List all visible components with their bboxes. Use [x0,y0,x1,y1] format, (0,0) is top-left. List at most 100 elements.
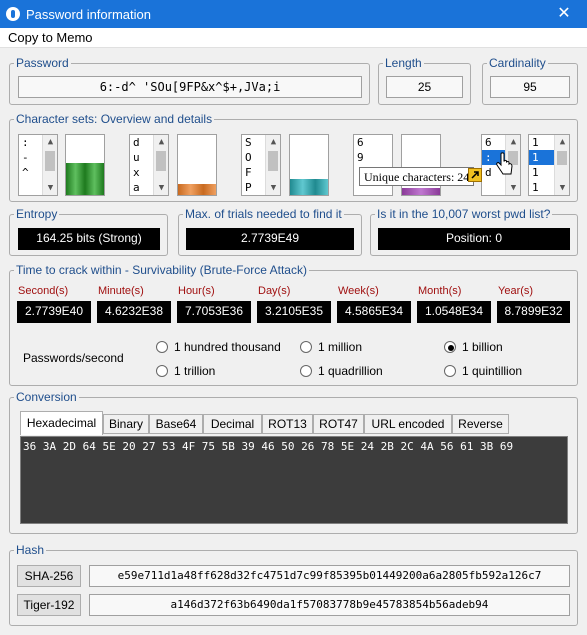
title-bar: Password information ✕ [0,0,587,28]
scroll-thumb[interactable] [156,151,166,171]
window-title: Password information [26,6,151,22]
rate-radio-hundred-thousand[interactable]: 1 hundred thousand [156,340,281,354]
list-item[interactable]: 6 [354,135,392,150]
tab-reverse[interactable]: Reverse [452,414,509,434]
scroll-down-icon[interactable]: ▼ [266,181,280,195]
scroll-down-icon[interactable]: ▼ [43,181,57,195]
scrollbar[interactable]: ▲ ▼ [554,135,569,195]
scroll-thumb[interactable] [45,151,55,171]
digits-list[interactable]: 6 9 [353,134,393,196]
tiger192-button[interactable]: Tiger-192 [17,594,81,616]
minutes-value: 4.6232E38 [97,301,171,323]
tab-rot13[interactable]: ROT13 [262,414,313,434]
scrollbar[interactable]: ▲ ▼ [42,135,57,195]
hand-cursor-icon [496,152,514,179]
days-value: 3.2105E35 [257,301,331,323]
scroll-down-icon[interactable]: ▼ [506,181,520,195]
lowercase-list[interactable]: d u x a ▲ ▼ [129,134,169,196]
radio-circle[interactable] [156,341,168,353]
radio-label: 1 hundred thousand [174,340,281,354]
conversion-output[interactable]: 36 3A 2D 64 5E 20 27 53 4F 75 5B 39 46 5… [20,436,568,524]
sha256-value[interactable]: e59e711d1a48ff628d32fc4751d7c99f85395b01… [89,565,570,587]
charsets-label: Character sets: Overview and details [14,112,215,126]
tab-base64[interactable]: Base64 [149,414,203,434]
seconds-value: 2.7739E40 [17,301,91,323]
tooltip-arrow-icon [468,168,482,182]
rate-radio-quintillion[interactable]: 1 quintillion [444,364,522,378]
scroll-down-icon[interactable]: ▼ [154,181,168,195]
entropy-value: 164.25 bits (Strong) [18,228,160,250]
unit-label-weeks: Week(s) [338,285,379,297]
scroll-down-icon[interactable]: ▼ [555,181,569,195]
symbols-bar [66,163,104,195]
sha256-button[interactable]: SHA-256 [17,565,81,587]
uppercase-list[interactable]: S O F P ▲ ▼ [241,134,281,196]
unit-label-months: Month(s) [418,285,462,297]
cardinality-label: Cardinality [487,56,548,70]
weeks-value: 4.5865E34 [337,301,411,323]
counts-list[interactable]: 1 1 1 1 ▲ ▼ [528,134,570,196]
radio-circle[interactable] [300,365,312,377]
passwords-per-second-label: Passwords/second [23,351,124,365]
radio-label: 1 quintillion [462,364,523,378]
length-label: Length [383,56,424,70]
radio-circle[interactable] [156,365,168,377]
months-value: 1.0548E34 [417,301,491,323]
rate-radio-billion[interactable]: 1 billion [444,340,503,354]
tab-url-encoded[interactable]: URL encoded [364,414,452,434]
password-field[interactable]: 6:-d^ 'SOu[9FP&x^$+,JVa;i [18,76,362,98]
rate-radio-quadrillion[interactable]: 1 quadrillion [300,364,383,378]
unit-label-seconds: Second(s) [18,285,69,297]
scroll-up-icon[interactable]: ▲ [555,135,569,149]
radio-label: 1 million [318,340,363,354]
menu-copy-to-memo[interactable]: Copy to Memo [8,30,93,45]
uppercase-bar [290,179,328,195]
scroll-up-icon[interactable]: ▲ [266,135,280,149]
scroll-thumb[interactable] [268,151,278,171]
unit-label-hours: Hour(s) [178,285,215,297]
scroll-up-icon[interactable]: ▲ [43,135,57,149]
symbols-histogram [65,134,105,196]
radio-circle-selected[interactable] [444,341,456,353]
password-label: Password [14,56,71,70]
scroll-up-icon[interactable]: ▲ [506,135,520,149]
scrollbar[interactable]: ▲ ▼ [153,135,168,195]
crack-label: Time to crack within - Survivability (Br… [14,263,309,277]
tab-hexadecimal[interactable]: Hexadecimal [20,411,103,435]
unit-label-years: Year(s) [498,285,534,297]
rate-radio-million[interactable]: 1 million [300,340,362,354]
years-value: 8.7899E32 [497,301,570,323]
lowercase-bar [178,184,216,195]
entropy-label: Entropy [14,207,60,221]
tab-decimal[interactable]: Decimal [203,414,262,434]
uppercase-histogram [289,134,329,196]
max-trials-label: Max. of trials needed to find it [183,207,344,221]
symbols-list[interactable]: : - ^ ▲ ▼ [18,134,58,196]
scroll-up-icon[interactable]: ▲ [154,135,168,149]
unit-label-days: Day(s) [258,285,291,297]
list-item[interactable]: 9 [354,150,392,165]
tiger192-value[interactable]: a146d372f63b6490da1f57083778b9e45783854b… [89,594,570,616]
app-icon [6,7,20,21]
lowercase-histogram [177,134,217,196]
tab-rot47[interactable]: ROT47 [313,414,364,434]
cardinality-field: 95 [490,76,570,98]
radio-label: 1 billion [462,340,503,354]
menu-bar: Copy to Memo [0,28,587,48]
length-field: 25 [386,76,463,98]
scroll-thumb[interactable] [557,151,567,165]
worst-list-value: Position: 0 [378,228,570,250]
radio-label: 1 quadrillion [318,364,383,378]
radio-circle[interactable] [444,365,456,377]
max-trials-value: 2.7739E49 [186,228,354,250]
tab-binary[interactable]: Binary [103,414,149,434]
unit-label-minutes: Minute(s) [98,285,144,297]
hours-value: 7.7053E36 [177,301,251,323]
close-button[interactable]: ✕ [541,0,587,28]
rate-radio-trillion[interactable]: 1 trillion [156,364,215,378]
digits-histogram [401,134,441,196]
radio-circle[interactable] [300,341,312,353]
digits-bar [402,188,440,195]
scrollbar[interactable]: ▲ ▼ [265,135,280,195]
unique-chars-tooltip: Unique characters: 24 [359,167,475,186]
